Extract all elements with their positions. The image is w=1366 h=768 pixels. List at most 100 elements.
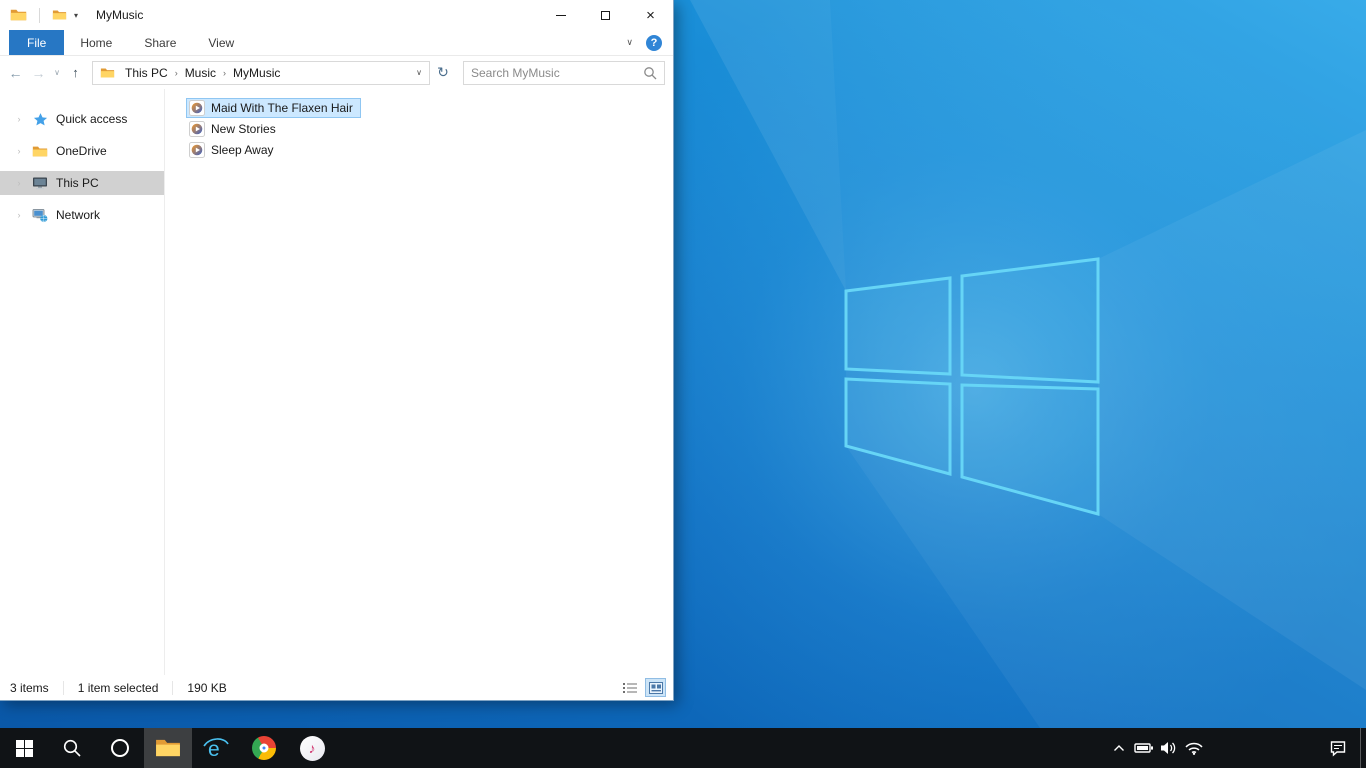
- maximize-button[interactable]: [583, 0, 628, 30]
- network-tray-button[interactable]: [1181, 728, 1206, 768]
- tab-file[interactable]: File: [9, 30, 65, 55]
- sidebar-item-network[interactable]: › Network: [0, 203, 164, 227]
- sidebar-item-quick-access[interactable]: › Quick access: [0, 107, 164, 131]
- tab-home[interactable]: Home: [64, 30, 128, 55]
- minimize-icon: [555, 14, 566, 16]
- action-center-button[interactable]: [1316, 728, 1360, 768]
- selection-size: 190 KB: [187, 680, 227, 695]
- chrome-icon: [252, 736, 276, 760]
- close-button[interactable]: ×: [628, 0, 673, 30]
- address-bar[interactable]: This PC › Music › MyMusic ∨: [92, 60, 430, 85]
- sidebar-item-label: Network: [56, 208, 101, 222]
- expander-chevron-icon[interactable]: ›: [14, 146, 24, 156]
- item-count: 3 items: [10, 680, 64, 695]
- file-name: Maid With The Flaxen Hair: [211, 101, 353, 115]
- explorer-window: ▾ MyMusic × File Home Share View ∨ ? ← →…: [0, 0, 674, 701]
- wifi-icon: [1184, 742, 1203, 755]
- selection-count: 1 item selected: [78, 680, 174, 695]
- itunes-taskbar-button[interactable]: ♪: [288, 728, 336, 768]
- details-view-button[interactable]: [619, 678, 640, 697]
- battery-icon: [1133, 743, 1153, 753]
- qat-dropdown-icon[interactable]: ▾: [74, 11, 78, 20]
- forward-button[interactable]: →: [27, 61, 50, 85]
- windows-start-icon: [15, 739, 33, 757]
- tray-spacer: [1206, 728, 1316, 768]
- tab-view[interactable]: View: [192, 30, 250, 55]
- internet-explorer-icon: e: [203, 738, 229, 761]
- file-item[interactable]: New Stories: [186, 119, 284, 139]
- expander-chevron-icon[interactable]: ›: [14, 178, 24, 188]
- search-icon: [63, 739, 81, 757]
- file-name: New Stories: [211, 122, 276, 136]
- action-center-icon: [1330, 740, 1346, 757]
- expander-chevron-icon[interactable]: ›: [14, 114, 24, 124]
- breadcrumb-separator-icon[interactable]: ›: [173, 68, 180, 78]
- quick-access-star-icon: [32, 111, 48, 127]
- breadcrumb-this-pc[interactable]: This PC: [120, 66, 173, 80]
- battery-tray-button[interactable]: [1131, 728, 1156, 768]
- cortana-icon: [111, 739, 129, 757]
- window-title: MyMusic: [96, 8, 144, 22]
- media-file-icon: [189, 100, 205, 116]
- network-icon: [32, 207, 48, 223]
- sidebar-item-label: This PC: [56, 176, 99, 190]
- expander-chevron-icon[interactable]: ›: [14, 210, 24, 220]
- taskbar-search-button[interactable]: [48, 728, 96, 768]
- media-file-icon: [189, 121, 205, 137]
- sidebar-item-this-pc[interactable]: › This PC: [0, 171, 164, 195]
- sidebar-item-label: Quick access: [56, 112, 128, 126]
- speaker-icon: [1160, 742, 1175, 754]
- start-button[interactable]: [0, 728, 48, 768]
- expand-ribbon-icon[interactable]: ∨: [626, 37, 633, 48]
- show-hidden-icons-button[interactable]: [1106, 728, 1131, 768]
- large-icons-view-icon: [648, 681, 663, 694]
- search-box[interactable]: [463, 60, 665, 85]
- details-view-icon: [622, 682, 637, 693]
- show-desktop-button[interactable]: [1360, 728, 1366, 768]
- sidebar-item-label: OneDrive: [56, 144, 107, 158]
- desktop[interactable]: ▾ MyMusic × File Home Share View ∨ ? ← →…: [0, 0, 1366, 728]
- breadcrumb-mymusic[interactable]: MyMusic: [228, 66, 285, 80]
- window-folder-icon: [10, 8, 27, 22]
- cortana-button[interactable]: [96, 728, 144, 768]
- breadcrumb-separator-icon[interactable]: ›: [221, 68, 228, 78]
- sidebar-item-onedrive[interactable]: › OneDrive: [0, 139, 164, 163]
- ribbon-tabs: File Home Share View ∨ ?: [0, 30, 673, 56]
- back-button[interactable]: ←: [4, 61, 27, 85]
- refresh-button[interactable]: ↻: [430, 61, 456, 85]
- up-button[interactable]: ↑: [64, 61, 87, 85]
- volume-tray-button[interactable]: [1156, 728, 1181, 768]
- chrome-taskbar-button[interactable]: [240, 728, 288, 768]
- internet-explorer-taskbar-button[interactable]: e: [192, 728, 240, 768]
- status-bar: 3 items 1 item selected 190 KB: [0, 675, 673, 700]
- this-pc-monitor-icon: [32, 175, 48, 191]
- file-name: Sleep Away: [211, 143, 274, 157]
- large-icons-view-button[interactable]: [645, 678, 666, 697]
- recent-locations-icon[interactable]: ∨: [50, 61, 64, 85]
- file-list[interactable]: Maid With The Flaxen Hair New Stories Sl…: [165, 89, 673, 675]
- file-explorer-taskbar-button[interactable]: [144, 728, 192, 768]
- tab-share[interactable]: Share: [128, 30, 192, 55]
- address-folder-icon: [100, 67, 115, 79]
- navigation-pane: › Quick access › OneDrive › This PC › Ne…: [0, 89, 165, 675]
- itunes-icon: ♪: [299, 735, 325, 761]
- minimize-button[interactable]: [538, 0, 583, 30]
- quick-access-toolbar-button[interactable]: [52, 9, 67, 21]
- maximize-icon: [601, 10, 610, 20]
- media-file-icon: [189, 142, 205, 158]
- system-tray: [1106, 728, 1366, 768]
- address-dropdown-icon[interactable]: ∨: [409, 68, 429, 77]
- file-explorer-icon: [155, 737, 181, 759]
- breadcrumb-music[interactable]: Music: [180, 66, 221, 80]
- file-item[interactable]: Maid With The Flaxen Hair: [186, 98, 361, 118]
- titlebar-divider: [39, 7, 40, 23]
- chevron-up-icon: [1113, 745, 1124, 751]
- taskbar: e ♪: [0, 728, 1366, 768]
- titlebar[interactable]: ▾ MyMusic ×: [0, 0, 673, 30]
- file-item[interactable]: Sleep Away: [186, 140, 282, 160]
- address-bar-row: ← → ∨ ↑ This PC › Music › MyMusic ∨ ↻: [0, 56, 673, 89]
- onedrive-icon: [32, 143, 48, 159]
- help-button[interactable]: ?: [646, 34, 662, 51]
- search-icon[interactable]: [643, 66, 657, 80]
- search-input[interactable]: [471, 65, 643, 80]
